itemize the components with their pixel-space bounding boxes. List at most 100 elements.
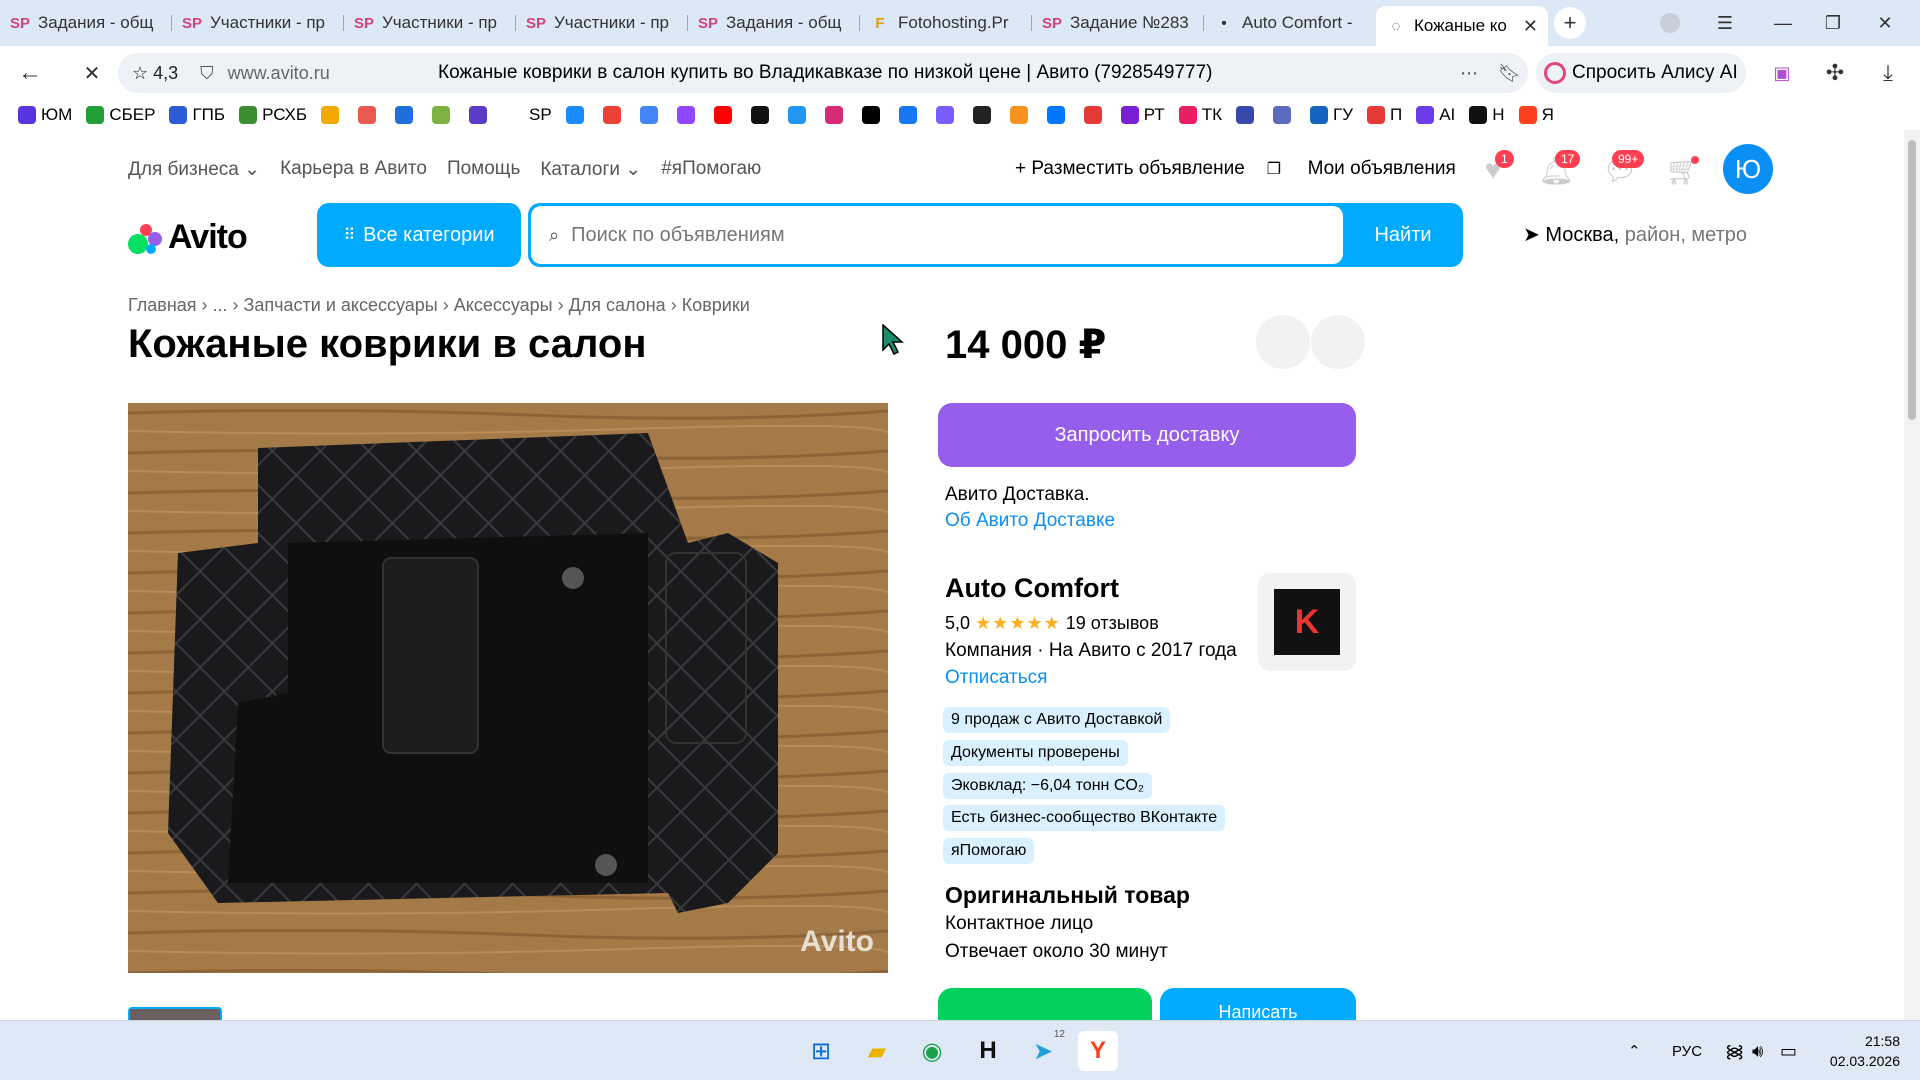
bookmark-item[interactable]: ЮМ xyxy=(18,105,72,125)
minimize-icon[interactable]: — xyxy=(1760,0,1806,46)
bookmark-item[interactable] xyxy=(713,106,737,124)
volume-icon[interactable]: 🔊︎ xyxy=(1752,1021,1763,1081)
ask-alisa-button[interactable]: Спросить Алису AI xyxy=(1536,53,1746,93)
bookmark-item[interactable] xyxy=(565,106,589,124)
nav-yapomogayu[interactable]: #яПомогаю xyxy=(661,158,761,181)
bookmark-item[interactable] xyxy=(1235,106,1259,124)
nav-business[interactable]: Для бизнеса ⌄ xyxy=(128,158,260,181)
bookmark-item[interactable] xyxy=(602,106,626,124)
post-ad-link[interactable]: + Разместить объявление xyxy=(1015,158,1245,180)
nav-career[interactable]: Карьера в Авито xyxy=(280,158,427,181)
browser-tab-active[interactable]: ◌ Кожаные ко ✕ xyxy=(1376,6,1548,46)
more-icon[interactable]: ⋯ xyxy=(1460,63,1478,84)
photo-thumbnail[interactable] xyxy=(128,1007,222,1020)
bookmark-item[interactable]: Я xyxy=(1518,105,1554,125)
bookmark-item[interactable]: SP xyxy=(506,105,552,125)
edge-icon[interactable]: ◉ xyxy=(912,1031,952,1071)
new-tab-button[interactable]: + xyxy=(1554,7,1586,39)
call-button[interactable] xyxy=(938,988,1152,1020)
bookmark-item[interactable] xyxy=(1009,106,1033,124)
write-button[interactable]: Написать xyxy=(1160,988,1356,1020)
bookmark-item[interactable] xyxy=(639,106,663,124)
tray-chevron-icon[interactable]: ⌃ xyxy=(1628,1021,1641,1081)
browser-tab[interactable]: SP Участники - пр xyxy=(516,5,688,41)
image-icon[interactable]: ▣ xyxy=(1762,53,1802,93)
browser-tab[interactable]: SP Участники - пр xyxy=(172,5,344,41)
browser-tab[interactable]: SP Задания - общ xyxy=(0,5,172,41)
bookmark-item[interactable] xyxy=(750,106,774,124)
windows-start-icon[interactable]: ⊞ xyxy=(801,1031,841,1071)
wifi-icon[interactable]: ᯼ xyxy=(1725,1021,1744,1081)
bookmark-item[interactable]: П xyxy=(1367,105,1402,125)
my-ads-link[interactable]: ❐ Мои объявления xyxy=(1267,158,1478,180)
avito-logo[interactable]: Avito xyxy=(128,218,248,257)
seller-rating[interactable]: 5,0 ★★★★★ 19 отзывов xyxy=(945,613,1159,634)
avatar[interactable]: Ю xyxy=(1723,144,1773,194)
file-explorer-icon[interactable]: ▰ xyxy=(857,1031,897,1071)
request-delivery-button[interactable]: Запросить доставку xyxy=(938,403,1356,467)
bookmark-item[interactable] xyxy=(395,106,418,124)
bookmark-item[interactable] xyxy=(358,106,381,124)
bookmark-item[interactable]: ТК xyxy=(1178,105,1222,125)
site-rating[interactable]: ☆ 4,3 xyxy=(132,63,178,84)
page-scrollbar[interactable] xyxy=(1904,130,1920,1020)
search-input[interactable]: ⌕ Поиск по объявлениям xyxy=(531,206,1343,264)
bookmark-item[interactable] xyxy=(935,106,959,124)
close-tab-icon[interactable]: ✕ xyxy=(1523,16,1538,37)
bookmark-item[interactable] xyxy=(1083,106,1107,124)
bookmark-icon[interactable]: 🔖︎ xyxy=(1498,63,1521,84)
app-h-icon[interactable]: H xyxy=(968,1031,1008,1071)
bookmark-item[interactable]: СБЕР xyxy=(86,105,155,125)
bookmark-item[interactable]: Н xyxy=(1469,105,1505,125)
url-field[interactable]: ☆ 4,3 ⛉ www.avito.ru Кожаные коврики в с… xyxy=(118,53,1528,93)
clock[interactable]: 21:58 02.03.2026 xyxy=(1800,1031,1900,1071)
nav-catalogs[interactable]: Каталоги ⌄ xyxy=(540,158,641,181)
bookmark-item[interactable] xyxy=(676,106,700,124)
bookmark-item[interactable] xyxy=(432,106,455,124)
language-indicator[interactable]: РУС xyxy=(1672,1021,1702,1081)
bookmark-item[interactable] xyxy=(321,106,344,124)
unsubscribe-link[interactable]: Отписаться xyxy=(945,667,1047,689)
bookmark-item[interactable] xyxy=(469,106,492,124)
stop-icon[interactable]: ✕ xyxy=(72,53,112,93)
bookmark-item[interactable]: ГУ xyxy=(1309,105,1353,125)
bookmark-item[interactable] xyxy=(861,106,885,124)
bookmark-item[interactable]: РСХБ xyxy=(239,105,307,125)
download-icon[interactable]: ⤓ xyxy=(1868,53,1908,93)
breadcrumb[interactable]: Главная › ... › Запчасти и аксессуары › … xyxy=(128,295,750,316)
profile-icon[interactable] xyxy=(1650,0,1690,46)
product-photo[interactable]: Avito xyxy=(128,403,888,973)
search-button[interactable]: Найти xyxy=(1343,203,1463,267)
seller-logo[interactable]: K xyxy=(1258,573,1356,671)
scrollbar-thumb[interactable] xyxy=(1908,140,1916,420)
nav-help[interactable]: Помощь xyxy=(447,158,520,181)
location-selector[interactable]: ➤ Москва, район, метро xyxy=(1523,222,1747,247)
share-circle-button[interactable] xyxy=(1311,315,1365,369)
close-window-icon[interactable]: ✕ xyxy=(1862,0,1908,46)
all-categories-button[interactable]: ⠿ Все категории xyxy=(317,203,521,267)
browser-tab[interactable]: SP Задание №283 xyxy=(1032,5,1204,41)
back-icon[interactable]: ← xyxy=(10,53,50,93)
browser-tab[interactable]: SP Задания - общ xyxy=(688,5,860,41)
browser-tab[interactable]: • Auto Comfort - xyxy=(1204,5,1376,41)
bookmark-item[interactable] xyxy=(787,106,811,124)
bookmark-item[interactable] xyxy=(898,106,922,124)
extensions-icon[interactable]: ✣ xyxy=(1815,53,1855,93)
telegram-icon[interactable]: ➤ 12 xyxy=(1023,1029,1065,1071)
bookmark-item[interactable] xyxy=(824,106,848,124)
bookmark-item[interactable] xyxy=(972,106,996,124)
browser-tab[interactable]: F Fotohosting.Pr xyxy=(860,5,1032,41)
bookmark-item[interactable]: AI xyxy=(1416,105,1455,125)
bookmark-item[interactable]: ГПБ xyxy=(169,105,225,125)
shield-icon[interactable]: ⛉ xyxy=(200,63,214,84)
menu-icon[interactable]: ☰ xyxy=(1705,0,1745,46)
seller-name[interactable]: Auto Comfort xyxy=(945,573,1119,604)
favorite-circle-button[interactable] xyxy=(1256,315,1310,369)
restore-icon[interactable]: ❐ xyxy=(1810,0,1856,46)
bookmark-item[interactable] xyxy=(1046,106,1070,124)
bookmark-item[interactable]: РТ xyxy=(1120,105,1165,125)
browser-tab[interactable]: SP Участники - пр xyxy=(344,5,516,41)
bookmark-item[interactable] xyxy=(1272,106,1296,124)
delivery-link[interactable]: Об Авито Доставке xyxy=(945,508,1115,534)
yandex-browser-icon[interactable]: Y xyxy=(1078,1031,1118,1071)
